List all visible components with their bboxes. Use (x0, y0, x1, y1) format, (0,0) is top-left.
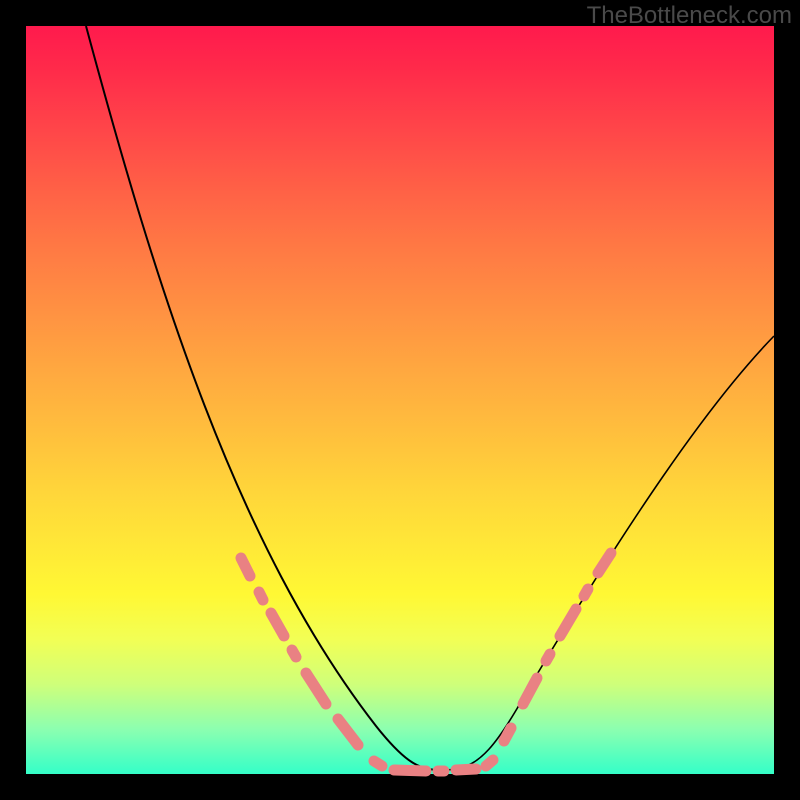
series-highlight-dashes-left-seg-1 (259, 592, 263, 600)
series-highlight-dashes-bottom-seg-0 (374, 761, 382, 766)
series-highlight-dashes-right-seg-3 (560, 609, 576, 636)
series-highlight-dashes-left-seg-2 (271, 613, 284, 636)
series-highlight-dashes-right-seg-5 (598, 553, 611, 573)
series-highlight-dashes-right-seg-0 (504, 728, 511, 741)
series-highlight-dashes-left-seg-5 (338, 719, 358, 745)
series-highlight-dashes-right-seg-1 (523, 678, 537, 704)
series-highlight-dashes-left-seg-4 (306, 673, 326, 704)
series-highlight-dashes-left-seg-3 (292, 650, 296, 657)
series-left-curve (86, 26, 444, 770)
chart-plot-area (26, 26, 774, 774)
series-highlight-dashes-right-seg-2 (546, 654, 550, 661)
series-highlight-dashes-bottom-seg-4 (486, 760, 493, 766)
series-highlight-dashes-bottom-seg-1 (394, 770, 426, 771)
watermark-text: TheBottleneck.com (587, 2, 792, 30)
series-highlight-dashes-right-seg-4 (584, 589, 588, 596)
series-highlight-dashes-bottom-seg-3 (456, 769, 476, 770)
chart-svg (26, 26, 774, 774)
series-highlight-dashes-left-seg-0 (241, 558, 250, 576)
chart-layers (86, 26, 774, 771)
